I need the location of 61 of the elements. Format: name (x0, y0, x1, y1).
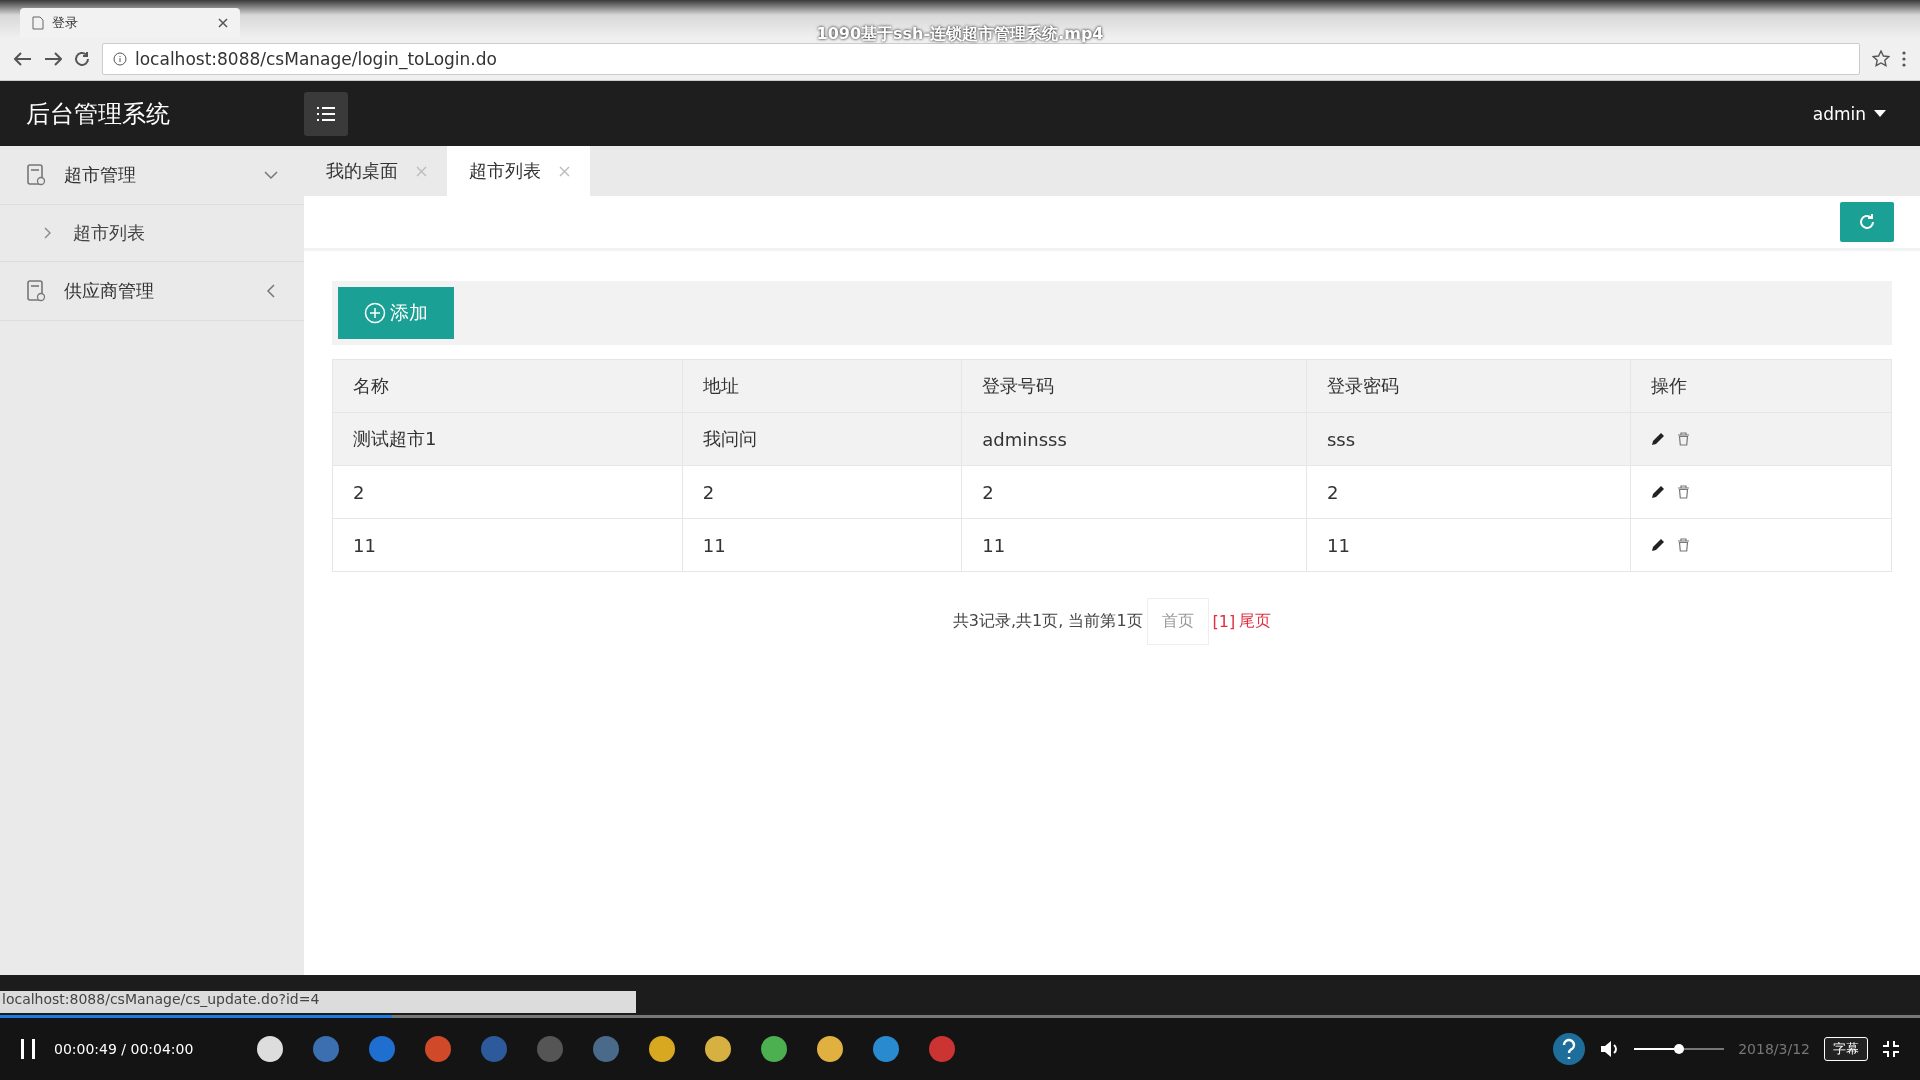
document-icon (26, 164, 46, 186)
pencil-icon[interactable] (1651, 432, 1666, 446)
table-cell: 2 (1306, 465, 1631, 519)
trash-icon[interactable] (1677, 485, 1691, 499)
status-url: localhost:8088/csManage/cs_update.do?id=4 (0, 991, 636, 1013)
app-title: 后台管理系统 (25, 98, 171, 130)
pencil-icon[interactable] (1651, 485, 1666, 499)
taskbar-date: 2018/3/12 (1738, 1041, 1810, 1057)
user-menu[interactable]: admin (1812, 103, 1886, 124)
table-cell: 11 (682, 518, 962, 572)
table-cell: adminsss (961, 412, 1307, 466)
table-cell: 我问问 (682, 412, 962, 466)
sidebar-item[interactable]: 供应商管理 (0, 262, 304, 321)
document-icon (26, 280, 46, 302)
column-header: 登录密码 (1306, 359, 1631, 413)
table-cell: 11 (332, 518, 683, 572)
menu-icon[interactable] (1902, 51, 1906, 67)
table-cell: 2 (332, 465, 683, 519)
reload-icon[interactable] (74, 51, 90, 67)
sidebar-subitem[interactable]: 超市列表 (0, 205, 304, 262)
table-cell: 2 (682, 465, 962, 519)
help-icon[interactable] (1552, 1032, 1587, 1066)
column-header: 名称 (332, 359, 683, 413)
info-icon (113, 52, 127, 66)
tab[interactable]: 超市列表 (447, 146, 590, 196)
column-header: 操作 (1630, 359, 1892, 413)
page-link[interactable]: [1] (1212, 612, 1236, 631)
page-icon (32, 16, 44, 30)
table-cell: 11 (1306, 518, 1631, 572)
subtitle-button[interactable]: 字幕 (1824, 1037, 1868, 1061)
trash-icon[interactable] (1677, 432, 1691, 446)
chevron-icon (264, 168, 278, 182)
plus-circle-icon (364, 302, 386, 324)
pencil-icon[interactable] (1651, 538, 1666, 552)
refresh-icon (1857, 212, 1877, 232)
table-cell: 2 (961, 465, 1307, 519)
refresh-button[interactable] (1840, 202, 1894, 242)
chevron-icon (264, 284, 278, 298)
table-cell: 11 (961, 518, 1307, 572)
table-cell: sss (1306, 412, 1631, 466)
pagination-summary: 共3记录,共1页, 当前第1页 (952, 611, 1143, 632)
video-title: 1090基于ssh-连锁超市管理系统.mp4 (816, 24, 1104, 45)
sidebar-item[interactable]: 超市管理 (0, 146, 304, 205)
address-field[interactable]: localhost:8088/csManage/login_toLogin.do (102, 43, 1860, 75)
menu-button[interactable] (304, 91, 348, 136)
star-icon[interactable] (1872, 50, 1890, 68)
back-icon[interactable] (14, 52, 32, 66)
browser-tab[interactable]: 登录 (20, 8, 240, 38)
trash-icon[interactable] (1677, 538, 1691, 552)
forward-icon[interactable] (44, 52, 62, 66)
pause-icon[interactable] (20, 1038, 36, 1060)
chevron-icon (44, 227, 51, 239)
caret-icon (1874, 110, 1886, 117)
column-header: 登录号码 (961, 359, 1307, 413)
menu-icon (316, 105, 336, 122)
playback-time: 00:00:49 / 00:04:00 (54, 1041, 194, 1057)
table-cell: 测试超市1 (332, 412, 683, 466)
close-icon[interactable] (218, 18, 228, 28)
exit-fullscreen-icon[interactable] (1882, 1040, 1900, 1058)
last-page-link[interactable]: 尾页 (1239, 611, 1272, 632)
column-header: 地址 (682, 359, 962, 413)
